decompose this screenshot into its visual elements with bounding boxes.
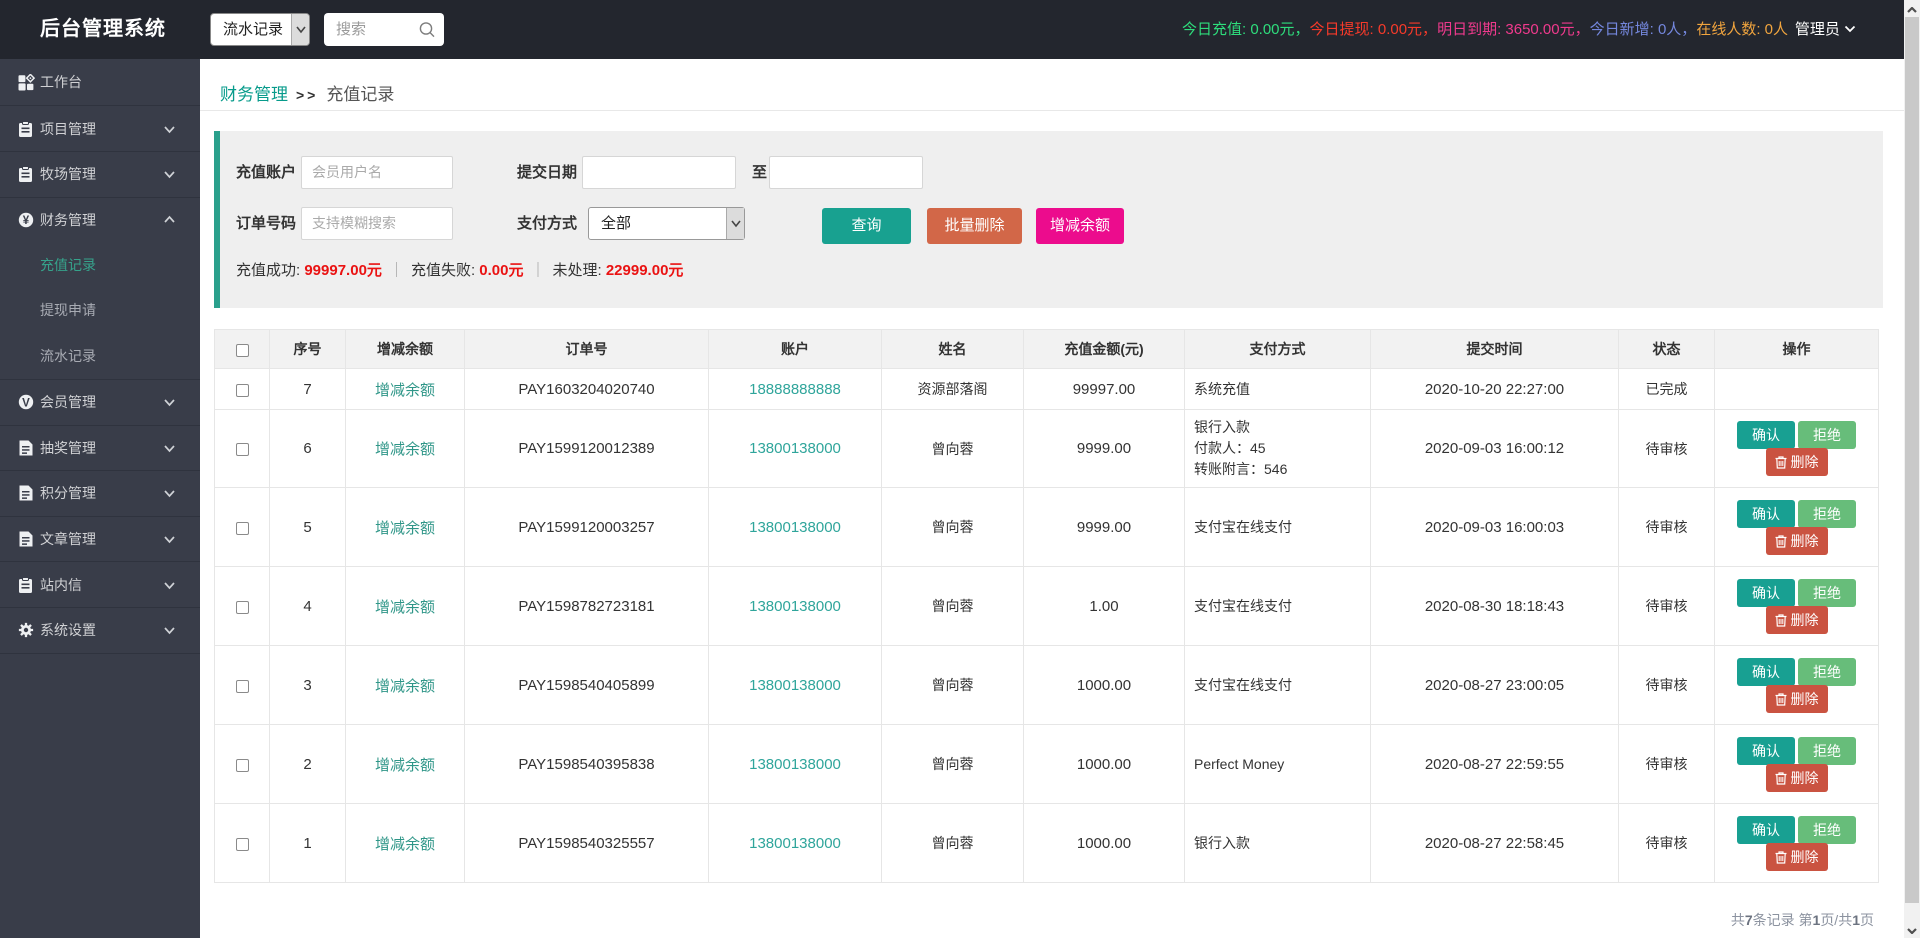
svg-text:¥: ¥ [23, 215, 30, 227]
svg-text:V: V [22, 398, 30, 410]
